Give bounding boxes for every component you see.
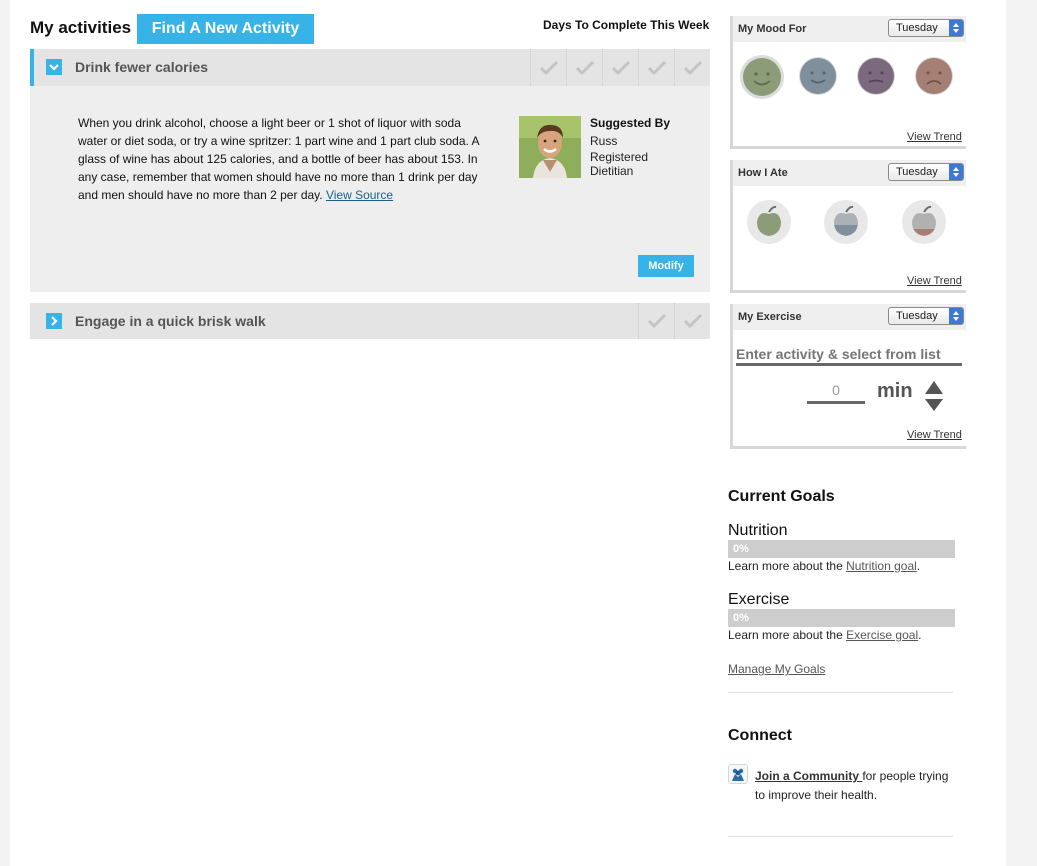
goal-learn-more: Learn more about the Nutrition goal. [728, 559, 920, 573]
day-select[interactable]: Tuesday [888, 307, 964, 325]
day-check-icon[interactable] [602, 49, 638, 86]
activity-name: Engage in a quick brisk walk [75, 313, 266, 329]
join-community-link[interactable]: Join a Community [755, 769, 862, 783]
goal-name-exercise: Exercise [728, 591, 790, 608]
day-check-icon[interactable] [638, 49, 674, 86]
day-select-value: Tuesday [896, 166, 938, 178]
goal-progress-bar: 0% [728, 540, 955, 558]
widget-header: My Exercise Tuesday [733, 304, 966, 330]
widget-title: My Exercise [738, 311, 802, 323]
day-check-icon[interactable] [674, 49, 710, 86]
goal-progress-label: 0% [733, 612, 749, 624]
connect-heading: Connect [728, 727, 792, 744]
exercise-activity-input[interactable] [736, 344, 962, 366]
goal-learn-more: Learn more about the Exercise goal. [728, 628, 921, 642]
suggested-by-label: Suggested By [590, 116, 671, 130]
view-source-link[interactable]: View Source [326, 188, 393, 202]
goal-progress-bar: 0% [728, 609, 955, 627]
widget-title: How I Ate [738, 167, 788, 179]
day-checks [530, 49, 710, 86]
sad-face-icon[interactable] [913, 55, 955, 97]
select-arrows-icon [949, 20, 963, 36]
activity-description: When you drink alcohol, choose a light b… [78, 114, 490, 204]
day-select-value: Tuesday [896, 310, 938, 322]
find-new-activity-button[interactable]: Find A New Activity [137, 14, 314, 44]
day-checks [638, 303, 710, 339]
modify-button[interactable]: Modify [638, 255, 694, 277]
exercise-view-trend-link[interactable]: View Trend [907, 429, 962, 441]
activity-detail-panel: When you drink alcohol, choose a light b… [30, 86, 710, 292]
exercise-goal-link[interactable]: Exercise goal [846, 628, 918, 642]
learn-suffix: . [916, 559, 921, 573]
day-check-icon[interactable] [530, 49, 566, 86]
day-check-icon[interactable] [638, 303, 674, 339]
page-title: My activities [30, 18, 132, 37]
low-apple-icon[interactable] [902, 200, 946, 244]
suggester-avatar [519, 116, 581, 178]
minutes-input[interactable]: 0 [807, 382, 865, 404]
minutes-unit: min [877, 380, 913, 402]
select-arrows-icon [949, 308, 963, 324]
activity-name: Drink fewer calories [75, 59, 209, 75]
activity-row-brisk-walk[interactable]: Engage in a quick brisk walk [30, 303, 710, 339]
increase-arrow-icon[interactable] [923, 378, 945, 396]
mood-widget: My Mood For Tuesday View Trend [730, 16, 966, 149]
join-text-line2: to improve their health. [755, 788, 878, 802]
select-arrows-icon [949, 164, 963, 180]
half-apple-icon[interactable] [824, 200, 868, 244]
activity-description-text: When you drink alcohol, choose a light b… [78, 116, 479, 202]
learn-prefix: Learn more about the [728, 628, 847, 642]
full-apple-icon[interactable] [747, 200, 791, 244]
page: My activities Find A New Activity Days T… [10, 0, 1006, 866]
decrease-arrow-icon[interactable] [923, 398, 945, 412]
goal-name-nutrition: Nutrition [728, 522, 788, 539]
day-check-icon[interactable] [566, 49, 602, 86]
divider [728, 836, 953, 837]
mood-view-trend-link[interactable]: View Trend [907, 131, 962, 143]
activity-row-drink-fewer-calories[interactable]: Drink fewer calories [30, 49, 710, 86]
suggester-name: Russ [590, 134, 618, 148]
manage-goals-link[interactable]: Manage My Goals [728, 662, 825, 676]
expand-chevron-icon[interactable] [46, 313, 62, 329]
widget-header: How I Ate Tuesday [733, 160, 966, 186]
day-select[interactable]: Tuesday [888, 163, 964, 181]
join-text-line1: for people trying [862, 769, 949, 783]
ate-view-trend-link[interactable]: View Trend [907, 275, 962, 287]
nutrition-goal-link[interactable]: Nutrition goal [846, 559, 917, 573]
how-i-ate-widget: How I Ate Tuesday View Trend [730, 160, 966, 293]
suggester-role-line1: Registered [590, 150, 649, 164]
goal-progress-label: 0% [733, 543, 749, 555]
day-select-value: Tuesday [896, 22, 938, 34]
very-happy-face-icon[interactable] [740, 55, 784, 99]
exercise-widget: My Exercise Tuesday 0 min View Trend [730, 304, 966, 449]
day-select[interactable]: Tuesday [888, 19, 964, 37]
current-goals-heading: Current Goals [728, 488, 835, 505]
days-to-complete-label: Days To Complete This Week [543, 18, 710, 32]
day-check-icon[interactable] [674, 303, 710, 339]
widget-header: My Mood For Tuesday [733, 16, 966, 42]
neutral-face-icon[interactable] [855, 55, 897, 97]
activity-active-stripe [30, 49, 34, 86]
learn-suffix: . [918, 628, 922, 642]
community-icon [728, 764, 748, 784]
suggester-role-line2: Dietitian [590, 164, 634, 178]
happy-face-icon[interactable] [797, 55, 839, 97]
collapse-chevron-icon[interactable] [46, 59, 62, 75]
join-community-text: Join a Community for people trying to im… [755, 767, 948, 805]
divider [728, 692, 953, 693]
widget-title: My Mood For [738, 23, 807, 35]
learn-prefix: Learn more about the [728, 559, 847, 573]
